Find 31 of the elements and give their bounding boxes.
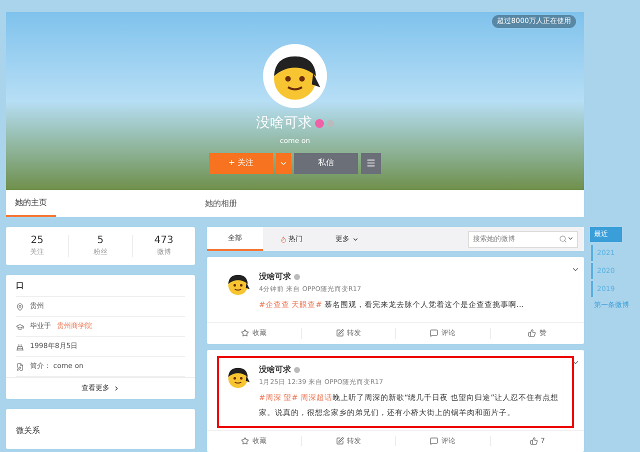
profile-tab[interactable]: 她的主页 <box>6 190 56 217</box>
star-icon <box>241 329 250 338</box>
user-name: 没啥可求 <box>256 114 312 133</box>
flame-icon <box>280 236 286 242</box>
thumbs-up-icon <box>528 329 536 338</box>
chevron-right-icon <box>112 385 120 392</box>
comment-icon <box>430 437 438 445</box>
comment-icon <box>430 329 438 338</box>
stat-value: 25 <box>30 234 44 247</box>
chevron-down-icon <box>352 236 358 242</box>
menu-icon <box>366 158 376 168</box>
search-icon <box>559 234 567 242</box>
stat-value: 473 <box>154 234 174 247</box>
star-icon <box>241 437 250 445</box>
pencil-square-icon <box>336 437 344 445</box>
graduation-cap-icon <box>16 322 24 330</box>
location-pin-icon <box>16 302 24 310</box>
info-title: 口 <box>16 280 24 292</box>
profile-tab[interactable]: 她的相册 <box>176 190 266 217</box>
thumbs-up-icon <box>530 437 538 445</box>
menu-button[interactable] <box>361 152 381 174</box>
chevron-down-icon[interactable] <box>571 265 580 274</box>
edit-icon <box>16 362 24 370</box>
badge-icon <box>315 119 324 128</box>
post-author[interactable]: 没啥可求 <box>259 271 291 283</box>
pencil-square-icon <box>336 329 344 338</box>
section-title: 微关系 <box>16 426 40 435</box>
message-button[interactable]: 私信 <box>294 152 358 174</box>
caret-icon <box>567 235 574 242</box>
stat-value: 5 <box>97 234 104 247</box>
post-author[interactable]: 没啥可求 <box>259 364 291 376</box>
